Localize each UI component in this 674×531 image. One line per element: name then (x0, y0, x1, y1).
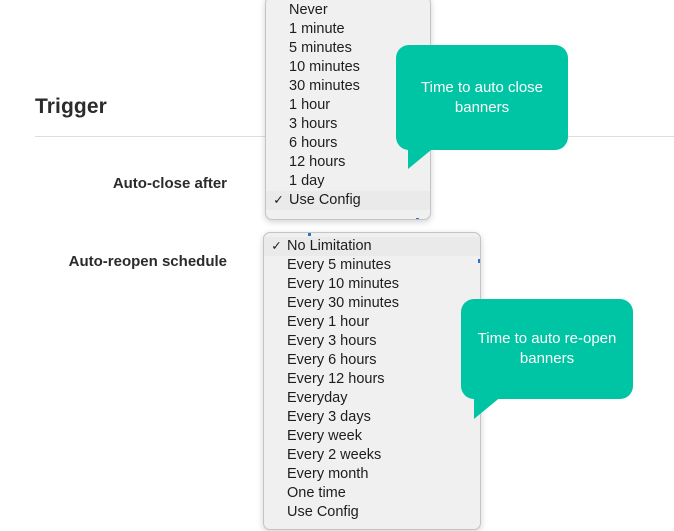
auto-close-after-option[interactable]: 1 minute (266, 20, 430, 39)
auto-reopen-schedule-option-label: Every 10 minutes (287, 276, 400, 292)
field-label-auto-close-after: Auto-close after (112, 175, 227, 192)
auto-reopen-schedule-option-label: One time (287, 485, 346, 501)
auto-reopen-schedule-option[interactable]: Every 12 hours (264, 370, 480, 389)
focus-accent-mark (308, 233, 311, 236)
field-label-auto-reopen-schedule: Auto-reopen schedule (68, 253, 227, 270)
auto-reopen-schedule-option[interactable]: Use Config (264, 503, 480, 522)
checkmark-icon: ✓ (273, 193, 284, 207)
auto-close-after-option-label: 5 minutes (289, 40, 352, 56)
auto-close-after-option-label: 6 hours (289, 135, 338, 151)
auto-reopen-schedule-option[interactable]: Every week (264, 427, 480, 446)
auto-close-after-option-label: 1 hour (289, 97, 331, 113)
auto-close-after-option-label: 1 day (289, 173, 325, 189)
auto-reopen-schedule-option-label: Every 2 weeks (287, 447, 382, 463)
callout-auto-close: Time to auto close banners (396, 45, 568, 169)
auto-reopen-schedule-option-label: Every 12 hours (287, 371, 385, 387)
auto-reopen-schedule-option-label: Every week (287, 428, 362, 444)
auto-close-after-option-label: 3 hours (289, 116, 338, 132)
auto-reopen-schedule-option[interactable]: Everyday (264, 389, 480, 408)
auto-reopen-schedule-option[interactable]: Every 6 hours (264, 351, 480, 370)
auto-close-after-option[interactable]: Never (266, 1, 430, 20)
auto-reopen-schedule-option[interactable]: Every 5 minutes (264, 256, 480, 275)
auto-close-after-option-label: Use Config (289, 192, 361, 208)
auto-close-after-option-label: Never (289, 2, 328, 18)
auto-close-after-option-label: 10 minutes (289, 59, 360, 75)
auto-reopen-schedule-option-label: Every 3 days (287, 409, 371, 425)
focus-accent-mark (416, 218, 419, 219)
auto-reopen-schedule-option[interactable]: Every month (264, 465, 480, 484)
page-title: Trigger (35, 95, 107, 118)
auto-reopen-schedule-option[interactable]: ✓ No Limitation (264, 237, 480, 256)
auto-reopen-schedule-option-label: Everyday (287, 390, 348, 406)
auto-reopen-schedule-option[interactable]: Every 1 hour (264, 313, 480, 332)
auto-close-after-option-label: 30 minutes (289, 78, 360, 94)
callout-auto-reopen-text: Time to auto re-open banners (477, 330, 617, 367)
auto-reopen-schedule-option[interactable]: Every 3 hours (264, 332, 480, 351)
auto-reopen-schedule-option-label: Every 5 minutes (287, 257, 391, 273)
auto-close-after-option-label: 12 hours (289, 154, 346, 170)
auto-close-after-option[interactable]: 12 hours (266, 153, 430, 172)
auto-close-after-option[interactable]: 1 day (266, 172, 430, 191)
auto-reopen-schedule-option[interactable]: Every 30 minutes (264, 294, 480, 313)
auto-reopen-schedule-option[interactable]: Every 10 minutes (264, 275, 480, 294)
auto-reopen-schedule-option-label: No Limitation (287, 238, 372, 254)
auto-reopen-schedule-option[interactable]: One time (264, 484, 480, 503)
auto-reopen-schedule-option[interactable]: Every 2 weeks (264, 446, 480, 465)
callout-auto-reopen: Time to auto re-open banners (461, 299, 633, 419)
callout-auto-close-text: Time to auto close banners (421, 78, 543, 116)
auto-reopen-schedule-option-label: Use Config (287, 504, 359, 520)
auto-reopen-schedule-option-label: Every 30 minutes (287, 295, 400, 311)
auto-reopen-schedule-option-label: Every 3 hours (287, 333, 377, 349)
callout-tail-icon (474, 391, 508, 419)
auto-close-after-option-label: 1 minute (289, 21, 345, 37)
auto-close-after-option[interactable]: ✓ Use Config (266, 191, 430, 210)
checkmark-icon: ✓ (271, 239, 282, 253)
auto-reopen-schedule-option-label: Every 1 hour (287, 314, 370, 330)
auto-reopen-schedule-option-list: ✓ No Limitation Every 5 minutes Every 10 mi… (264, 237, 480, 522)
auto-reopen-schedule-option-label: Every month (287, 466, 369, 482)
auto-reopen-schedule-option[interactable]: Every 3 days (264, 408, 480, 427)
auto-reopen-schedule-option-label: Every 6 hours (287, 352, 377, 368)
auto-reopen-schedule-dropdown[interactable]: ✓ No Limitation Every 5 minutes Every 10 mi… (263, 232, 481, 530)
callout-tail-icon (408, 141, 442, 169)
